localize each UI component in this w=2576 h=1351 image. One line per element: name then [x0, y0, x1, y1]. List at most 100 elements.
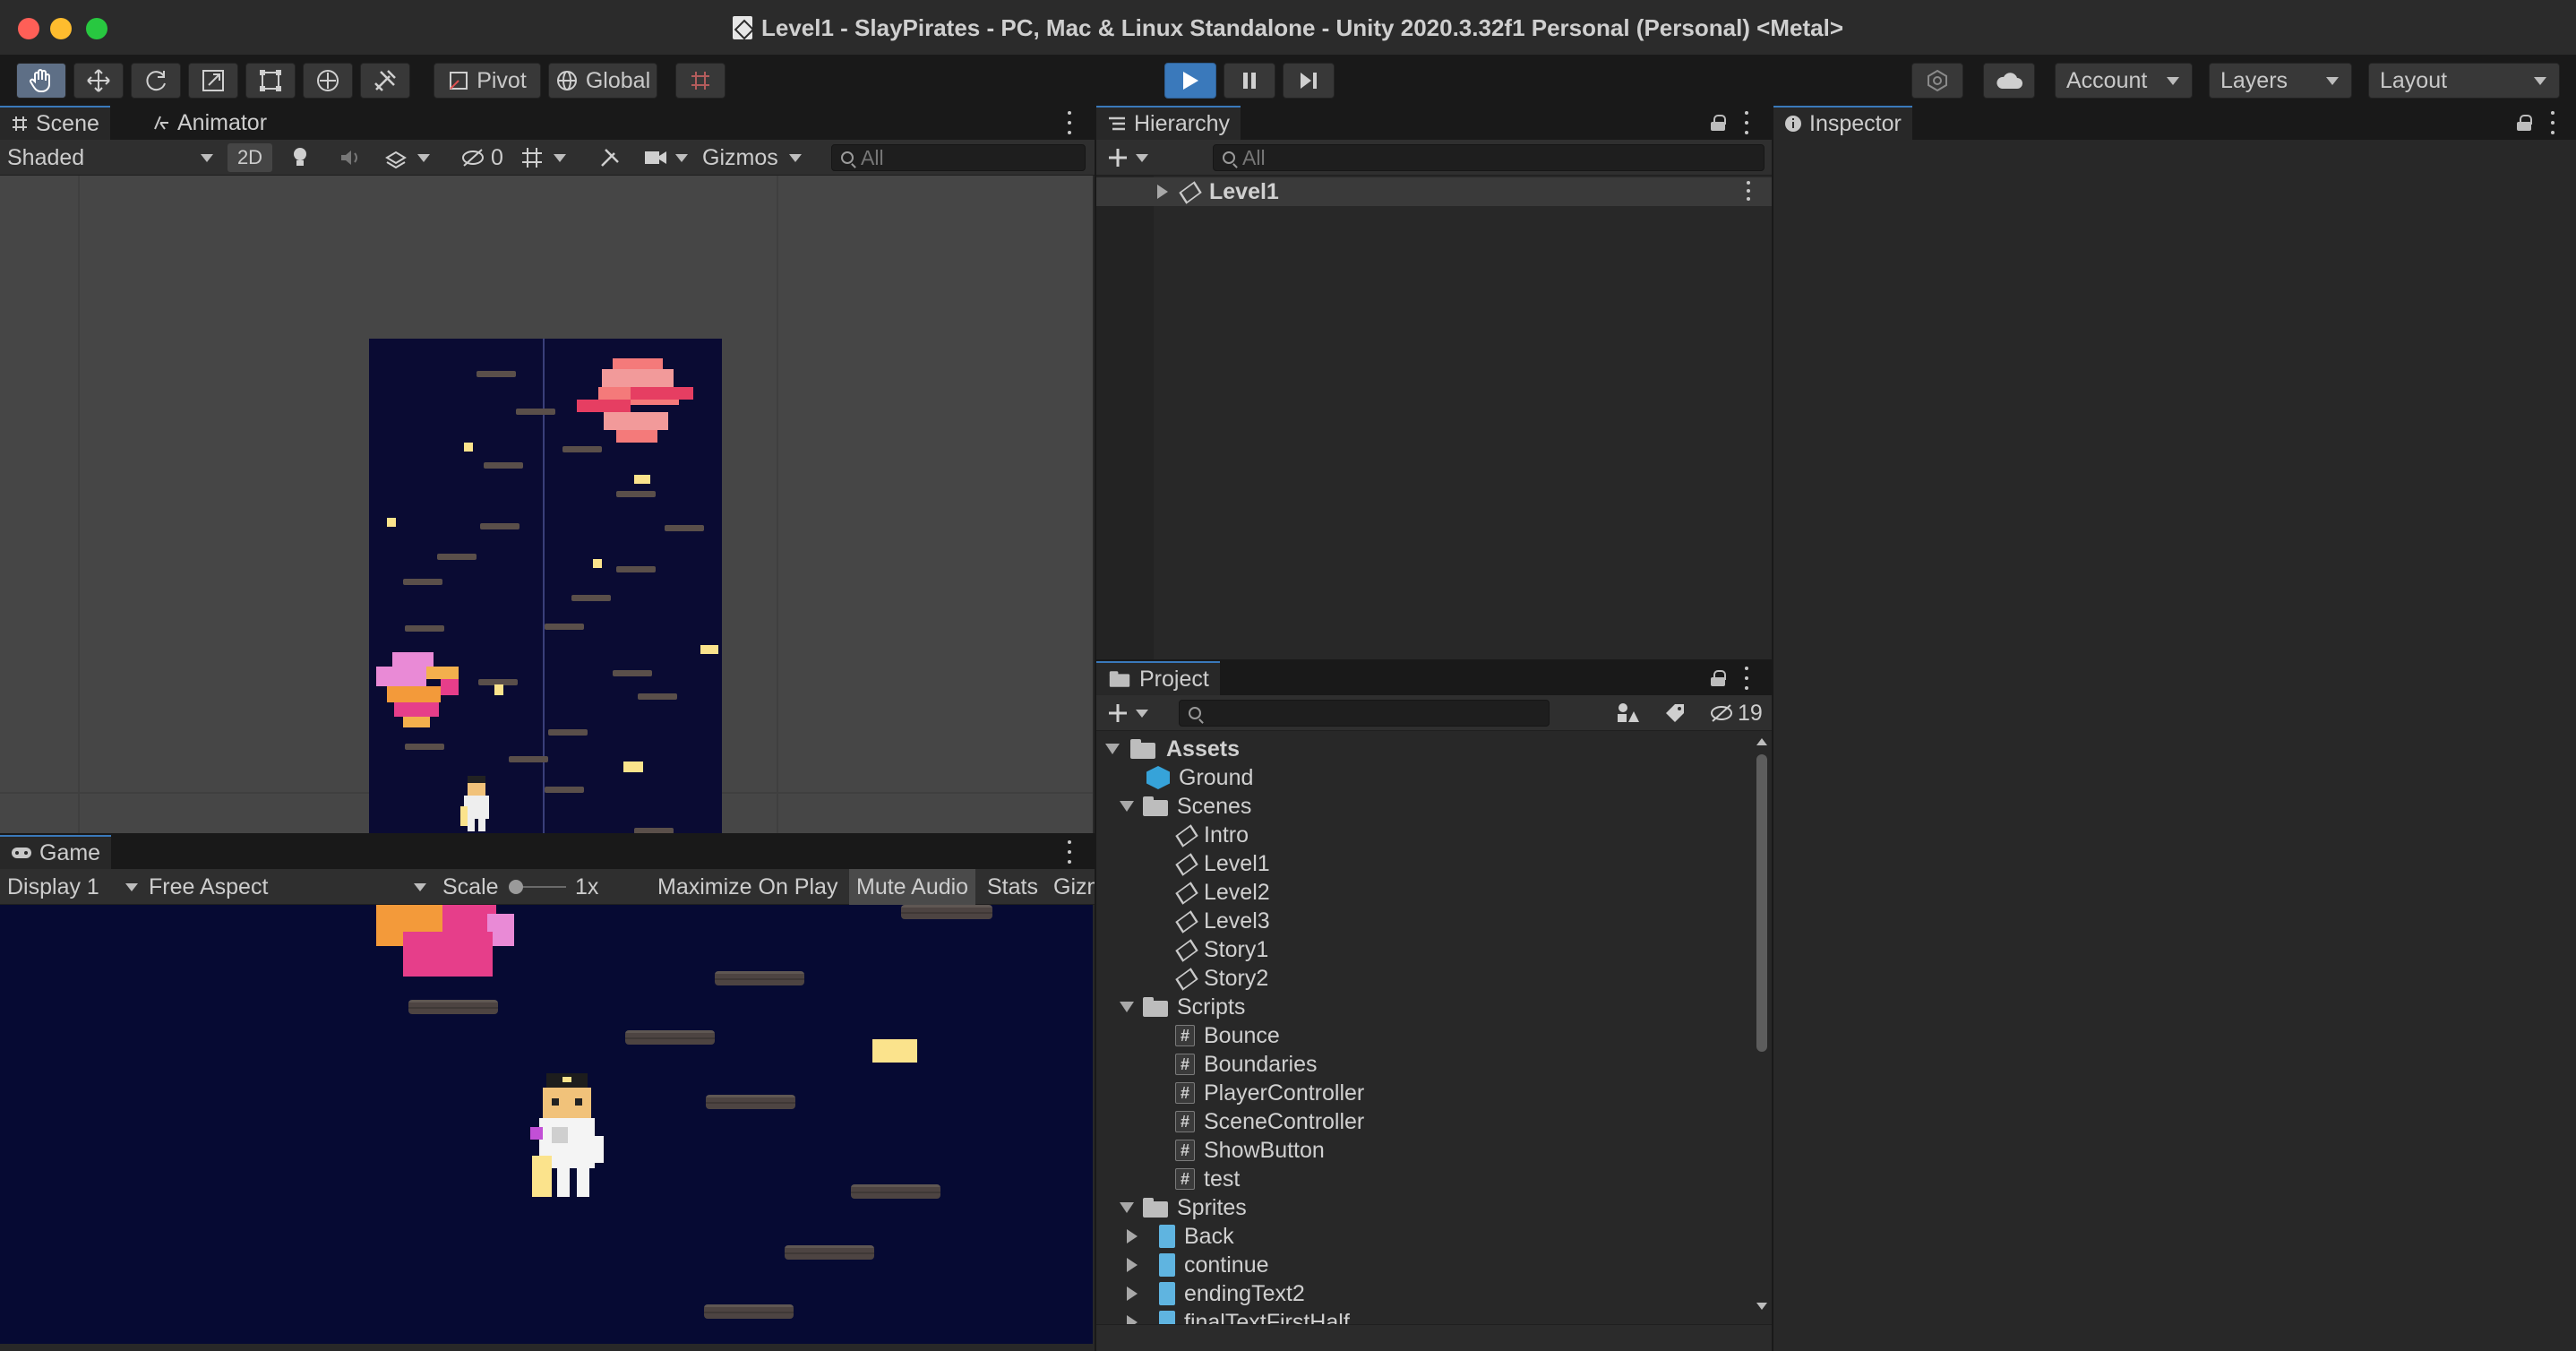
hierarchy-create-button[interactable] — [1107, 140, 1148, 176]
collapse-arrow-icon[interactable] — [1105, 744, 1120, 754]
tree-row-scene[interactable]: Story1 — [1175, 935, 1268, 964]
scale-slider-thumb[interactable] — [509, 880, 523, 894]
pivot-toggle[interactable]: Pivot — [434, 63, 541, 99]
tree-row-scene[interactable]: Intro — [1175, 821, 1249, 849]
scene-visibility-toggle[interactable]: 0 — [460, 140, 503, 176]
tree-row-folder[interactable]: Scenes — [1120, 792, 1251, 821]
inspector-more-icon[interactable] — [2549, 111, 2556, 134]
tree-row-scene[interactable]: Level1 — [1175, 849, 1270, 878]
tree-row-sprite[interactable]: continue — [1127, 1251, 1269, 1279]
scene-row-more-icon[interactable] — [1745, 181, 1752, 201]
layout-dropdown[interactable]: Layout — [2368, 63, 2560, 99]
tree-row-script[interactable]: # ShowButton — [1175, 1136, 1325, 1165]
tree-row-folder[interactable]: Sprites — [1120, 1193, 1247, 1222]
grid-snap-button[interactable] — [675, 63, 726, 99]
hierarchy-scene-row[interactable]: Level1 — [1096, 177, 1772, 206]
gizmos-dropdown[interactable]: Gizmos — [702, 140, 802, 176]
hierarchy-tabbar: Hierarchy — [1096, 106, 1772, 140]
layers-dropdown[interactable]: Layers — [2209, 63, 2352, 99]
tab-scene[interactable]: Scene — [0, 106, 110, 140]
expand-arrow-icon[interactable] — [1127, 1286, 1138, 1301]
expand-arrow-icon[interactable] — [1127, 1258, 1138, 1272]
filter-by-type-button[interactable] — [1616, 695, 1639, 731]
maximize-on-play-toggle[interactable]: Maximize On Play — [648, 869, 846, 905]
collapse-arrow-icon[interactable] — [1120, 801, 1134, 812]
account-dropdown[interactable]: Account — [2055, 63, 2193, 99]
tree-row-scene[interactable]: Level3 — [1175, 907, 1270, 935]
lock-icon[interactable] — [1711, 115, 1726, 131]
transform-tool-icon[interactable] — [303, 63, 353, 99]
game-viewport[interactable] — [0, 905, 1093, 1344]
grid-dropdown[interactable] — [519, 140, 566, 176]
tree-row-scene[interactable]: Level2 — [1175, 878, 1270, 907]
tab-project[interactable]: Project — [1096, 661, 1220, 695]
game-more-icon[interactable] — [1066, 840, 1073, 864]
project-search-input[interactable] — [1179, 700, 1550, 727]
scroll-up-icon[interactable] — [1756, 738, 1767, 745]
project-create-button[interactable] — [1107, 695, 1148, 731]
lock-icon[interactable] — [2517, 115, 2532, 131]
custom-tool-icon[interactable] — [360, 63, 410, 99]
tree-row-script[interactable]: # PlayerController — [1175, 1079, 1364, 1107]
aspect-dropdown[interactable]: Free Aspect — [149, 869, 426, 905]
tree-row-script[interactable]: # test — [1175, 1165, 1240, 1193]
tree-row-script[interactable]: # SceneController — [1175, 1107, 1364, 1136]
tree-row-scene[interactable]: Story2 — [1175, 964, 1268, 993]
tab-hierarchy[interactable]: Hierarchy — [1096, 106, 1241, 140]
lock-icon[interactable] — [1711, 670, 1726, 686]
tree-row-folder[interactable]: Scripts — [1120, 993, 1245, 1021]
shading-mode-dropdown[interactable]: Shaded — [7, 140, 213, 176]
pause-button[interactable] — [1224, 63, 1275, 99]
hierarchy-search-input[interactable]: All — [1213, 144, 1765, 171]
scene-viewport[interactable] — [0, 176, 1093, 939]
collapse-arrow-icon[interactable] — [1120, 1202, 1134, 1213]
effects-dropdown[interactable] — [383, 140, 430, 176]
stats-toggle[interactable]: Stats — [980, 869, 1045, 905]
rect-tool-icon[interactable] — [245, 63, 296, 99]
camera-dropdown[interactable] — [643, 140, 688, 176]
project-scrollbar[interactable] — [1752, 733, 1772, 1315]
scene-tools-toggle[interactable] — [598, 140, 622, 176]
scene-more-icon[interactable] — [1066, 111, 1073, 134]
scroll-down-icon[interactable] — [1756, 1303, 1767, 1310]
move-tool-icon[interactable] — [73, 63, 124, 99]
rotate-tool-icon[interactable] — [131, 63, 181, 99]
tab-game[interactable]: Game — [0, 835, 112, 869]
player-sprite — [460, 776, 489, 831]
display-dropdown[interactable]: Display 1 — [7, 869, 138, 905]
tree-row-script[interactable]: # Bounce — [1175, 1021, 1280, 1050]
expand-arrow-icon[interactable] — [1157, 185, 1168, 199]
tree-row-script[interactable]: # Boundaries — [1175, 1050, 1317, 1079]
mute-audio-toggle[interactable]: Mute Audio — [849, 869, 976, 905]
tree-row-prefab[interactable]: Ground — [1146, 763, 1253, 792]
scale-slider[interactable] — [509, 880, 566, 894]
scale-tool-icon[interactable] — [188, 63, 238, 99]
step-button[interactable] — [1283, 63, 1335, 99]
audio-toggle[interactable] — [339, 140, 362, 176]
tree-row-sprite[interactable]: finalTextFirstHalf — [1127, 1308, 1350, 1324]
collab-button[interactable] — [1911, 63, 1963, 99]
tree-row-assets[interactable]: Assets — [1105, 735, 1240, 763]
project-more-icon[interactable] — [1743, 667, 1750, 690]
tree-row-sprite[interactable]: endingText2 — [1127, 1279, 1305, 1308]
play-button[interactable] — [1164, 63, 1216, 99]
tab-inspector[interactable]: Inspector — [1773, 106, 1912, 140]
expand-arrow-icon[interactable] — [1127, 1315, 1138, 1324]
cloud-button[interactable] — [1983, 63, 2035, 99]
tree-row-sprite[interactable]: Back — [1127, 1222, 1234, 1251]
collapse-arrow-icon[interactable] — [1120, 1002, 1134, 1012]
game-gizmos-toggle[interactable]: Gizm — [1048, 869, 1095, 905]
panel-divider — [1096, 659, 1772, 661]
2d-toggle[interactable]: 2D — [228, 143, 272, 172]
hand-tool-icon[interactable] — [16, 63, 66, 99]
scroll-thumb[interactable] — [1756, 754, 1767, 1052]
global-toggle[interactable]: Global — [548, 63, 657, 99]
filter-by-label-button[interactable] — [1664, 695, 1686, 731]
scene-search-input[interactable]: All — [831, 144, 1086, 171]
lighting-toggle[interactable] — [290, 140, 310, 176]
hierarchy-more-icon[interactable] — [1743, 111, 1750, 134]
title-bar: Level1 - SlayPirates - PC, Mac & Linux S… — [0, 0, 2576, 56]
hidden-packages-toggle[interactable]: 19 — [1709, 695, 1763, 731]
expand-arrow-icon[interactable] — [1127, 1229, 1138, 1243]
tab-animator[interactable]: Animator — [142, 106, 278, 140]
